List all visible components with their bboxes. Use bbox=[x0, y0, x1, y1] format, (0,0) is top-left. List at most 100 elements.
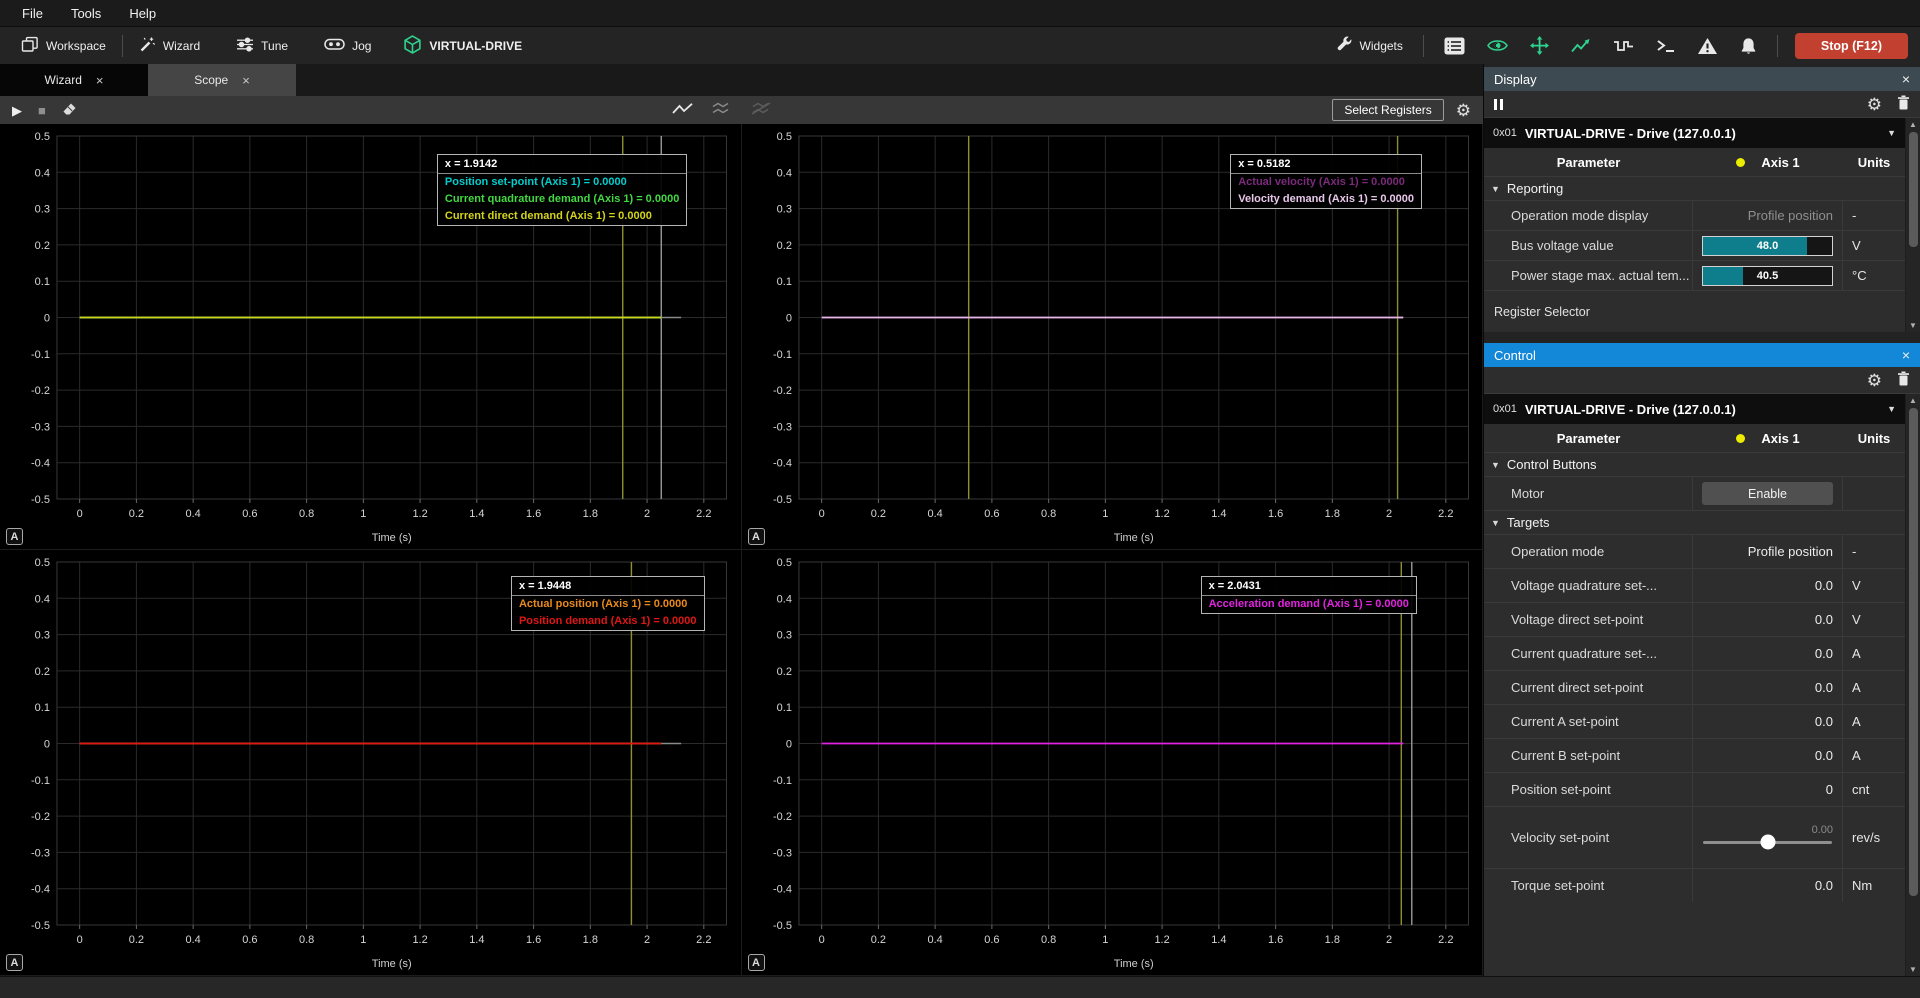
motion-move-button[interactable] bbox=[1521, 32, 1558, 59]
display-widget: Display × ⚙ 0x01VIRTUAL-DRIVE - Drive (1… bbox=[1484, 67, 1920, 332]
svg-text:0.4: 0.4 bbox=[927, 508, 942, 520]
scope-chart-bottom-left[interactable]: 00.20.40.60.811.21.41.61.822.2-0.5-0.4-0… bbox=[0, 550, 742, 976]
autoscale-button[interactable]: A bbox=[6, 954, 23, 971]
monitor-eye-button[interactable] bbox=[1478, 34, 1517, 57]
motor-enable-button[interactable]: Enable bbox=[1702, 482, 1833, 505]
close-icon[interactable]: × bbox=[96, 74, 104, 87]
single-trace-icon[interactable] bbox=[672, 102, 693, 118]
value-text[interactable]: 0.0 bbox=[1815, 680, 1833, 695]
register-list-button[interactable] bbox=[1435, 33, 1474, 59]
wizard-button[interactable]: Wizard bbox=[130, 32, 209, 60]
velocity-slider[interactable]: 0.00 bbox=[1702, 824, 1833, 852]
scroll-up-icon[interactable]: ▲ bbox=[1909, 118, 1917, 131]
chevron-down-icon[interactable]: ▼ bbox=[1887, 128, 1896, 138]
register-selector-link[interactable]: Register Selector bbox=[1484, 290, 1905, 332]
autoscale-button[interactable]: A bbox=[6, 528, 23, 545]
menu-tools[interactable]: Tools bbox=[59, 3, 113, 24]
workspace-button[interactable]: Workspace bbox=[12, 32, 115, 60]
parameter-row: Voltage direct set-point0.0V bbox=[1484, 602, 1905, 636]
value-text[interactable]: 0.0 bbox=[1815, 578, 1833, 593]
multi-trace-icon[interactable] bbox=[711, 102, 732, 118]
units-label: - bbox=[1843, 535, 1905, 568]
virtual-drive-button[interactable]: VIRTUAL-DRIVE bbox=[394, 31, 531, 61]
clear-eraser-button[interactable] bbox=[62, 102, 77, 119]
scope-chart-bottom-right[interactable]: 00.20.40.60.811.21.41.61.822.2-0.5-0.4-0… bbox=[742, 550, 1484, 976]
parameter-label: Voltage direct set-point bbox=[1484, 603, 1693, 636]
group-row-control-buttons[interactable]: ▼Control Buttons bbox=[1484, 452, 1905, 476]
value-text[interactable]: 0.0 bbox=[1815, 646, 1833, 661]
stop-capture-button[interactable]: ■ bbox=[38, 104, 46, 117]
trash-icon[interactable] bbox=[1897, 95, 1910, 113]
scroll-down-icon[interactable]: ▼ bbox=[1909, 319, 1917, 332]
close-icon[interactable]: × bbox=[1902, 348, 1910, 362]
cursor-series-value: Velocity demand (Axis 1) = 0.0000 bbox=[1231, 191, 1421, 208]
parameter-value: 40.5 bbox=[1693, 261, 1843, 290]
parameter-label: Current A set-point bbox=[1484, 705, 1693, 738]
pause-button[interactable] bbox=[1494, 99, 1503, 110]
value-text[interactable]: Profile position bbox=[1748, 208, 1833, 223]
warning-button[interactable] bbox=[1688, 33, 1727, 59]
scope-chart-top-left[interactable]: 00.20.40.60.811.21.41.61.822.2-0.5-0.4-0… bbox=[0, 124, 742, 550]
tune-button[interactable]: Tune bbox=[227, 33, 297, 59]
tab-wizard[interactable]: Wizard × bbox=[0, 64, 148, 96]
status-footer bbox=[0, 976, 1920, 998]
value-text[interactable]: 0.0 bbox=[1815, 714, 1833, 729]
scope-settings-gear-icon[interactable]: ⚙ bbox=[1456, 102, 1471, 119]
scope-chart-grid: 00.20.40.60.811.21.41.61.822.2-0.5-0.4-0… bbox=[0, 124, 1483, 976]
svg-text:0.1: 0.1 bbox=[776, 702, 791, 714]
select-registers-button[interactable]: Select Registers bbox=[1332, 99, 1443, 121]
axis-label: Axis 1 bbox=[1761, 431, 1799, 446]
scroll-down-icon[interactable]: ▼ bbox=[1909, 963, 1917, 976]
scope-chart-top-right[interactable]: 00.20.40.60.811.21.41.61.822.2-0.5-0.4-0… bbox=[742, 124, 1484, 550]
device-name: VIRTUAL-DRIVE - Drive (127.0.0.1) bbox=[1525, 126, 1879, 141]
stop-button[interactable]: Stop (F12) bbox=[1795, 33, 1908, 59]
terminal-button[interactable] bbox=[1647, 34, 1684, 57]
chevron-down-icon[interactable]: ▼ bbox=[1887, 404, 1896, 414]
trash-icon[interactable] bbox=[1897, 371, 1910, 389]
parameter-value: Profile position bbox=[1693, 201, 1843, 230]
widgets-button[interactable]: Widgets bbox=[1328, 32, 1412, 59]
play-button[interactable]: ▶ bbox=[12, 104, 22, 117]
close-icon[interactable]: × bbox=[242, 74, 250, 87]
parameter-value: 0.0 bbox=[1693, 603, 1843, 636]
menu-help[interactable]: Help bbox=[117, 3, 168, 24]
units-label bbox=[1843, 477, 1905, 510]
close-icon[interactable]: × bbox=[1902, 72, 1910, 86]
svg-text:1: 1 bbox=[1102, 508, 1108, 520]
settings-gear-icon[interactable]: ⚙ bbox=[1867, 96, 1882, 113]
display-scrollbar[interactable]: ▲ ▼ bbox=[1905, 118, 1920, 332]
jog-button[interactable]: Jog bbox=[315, 33, 380, 58]
chart-canvas[interactable]: 00.20.40.60.811.21.41.61.822.2-0.5-0.4-0… bbox=[742, 550, 1483, 975]
svg-text:-0.1: -0.1 bbox=[31, 349, 50, 361]
group-label: Control Buttons bbox=[1507, 457, 1597, 472]
app-window: File Tools Help Workspace Wizard Tune bbox=[0, 0, 1920, 998]
pulse-wave-button[interactable] bbox=[1604, 34, 1643, 57]
slider-track[interactable] bbox=[1703, 841, 1832, 844]
value-text[interactable]: 0 bbox=[1826, 782, 1833, 797]
axis-status-dot bbox=[1736, 434, 1745, 443]
svg-text:-0.5: -0.5 bbox=[31, 494, 50, 506]
settings-gear-icon[interactable]: ⚙ bbox=[1867, 372, 1882, 389]
parameter-row: Power stage max. actual tem...40.5°C bbox=[1484, 260, 1905, 290]
group-row-reporting[interactable]: ▼Reporting bbox=[1484, 176, 1905, 200]
group-row-targets[interactable]: ▼Targets bbox=[1484, 510, 1905, 534]
scope-chart-button[interactable] bbox=[1562, 34, 1600, 57]
svg-text:0.5: 0.5 bbox=[35, 131, 50, 143]
autoscale-button[interactable]: A bbox=[748, 954, 765, 971]
control-scrollbar[interactable]: ▲ ▼ bbox=[1905, 394, 1920, 976]
scroll-up-icon[interactable]: ▲ bbox=[1909, 394, 1917, 407]
tab-scope[interactable]: Scope × bbox=[148, 64, 296, 96]
value-text[interactable]: 0.0 bbox=[1815, 612, 1833, 627]
autoscale-button[interactable]: A bbox=[748, 528, 765, 545]
notifications-bell-button[interactable] bbox=[1731, 33, 1766, 58]
menu-file[interactable]: File bbox=[10, 3, 55, 24]
column-parameter: Parameter bbox=[1484, 155, 1693, 170]
value-text[interactable]: Profile position bbox=[1748, 544, 1833, 559]
slider-knob[interactable] bbox=[1760, 835, 1775, 850]
device-selector[interactable]: 0x01VIRTUAL-DRIVE - Drive (127.0.0.1)▼ bbox=[1484, 394, 1905, 424]
value-text[interactable]: 0.0 bbox=[1815, 878, 1833, 893]
device-selector[interactable]: 0x01VIRTUAL-DRIVE - Drive (127.0.0.1)▼ bbox=[1484, 118, 1905, 148]
cursor-x-value: x = 1.9448 bbox=[512, 577, 704, 596]
parameter-label: Torque set-point bbox=[1484, 869, 1693, 902]
value-text[interactable]: 0.0 bbox=[1815, 748, 1833, 763]
